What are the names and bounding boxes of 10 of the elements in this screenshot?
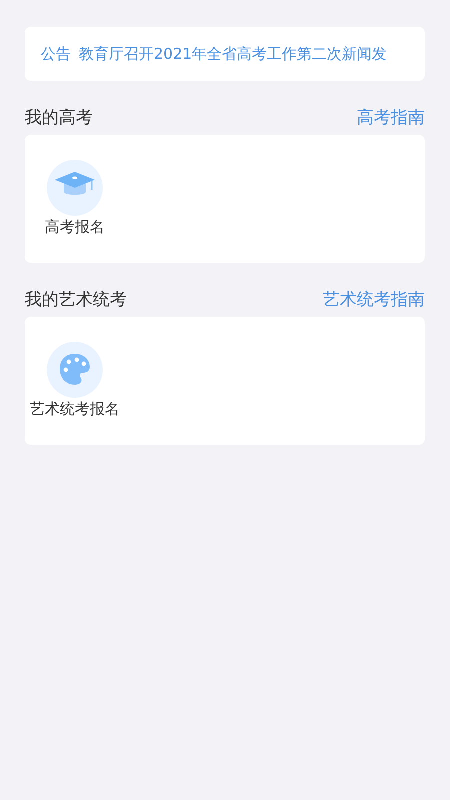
entry-label[interactable]: 艺术统考报名 [30, 400, 120, 419]
graduation-cap-icon [47, 160, 103, 216]
guide-link[interactable]: 高考指南 [357, 106, 425, 128]
section-title: 我的艺术统考 [25, 288, 127, 310]
section-title: 我的高考 [25, 106, 93, 128]
palette-icon [47, 342, 103, 398]
notice-text[interactable]: 教育厅召开2021年全省高考工作第二次新闻发 [79, 44, 388, 64]
notice-label: 公告 [41, 44, 71, 64]
guide-link[interactable]: 艺术统考指南 [323, 288, 425, 310]
entry-label[interactable]: 高考报名 [45, 218, 105, 237]
